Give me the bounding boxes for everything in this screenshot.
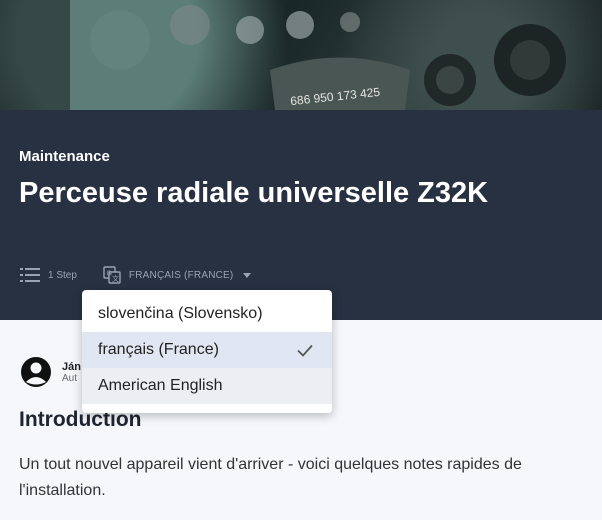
svg-text:文: 文 [112, 274, 119, 283]
author-block[interactable]: Ján Aut [20, 356, 81, 388]
language-option-label: slovenčina (Slovensko) [98, 305, 263, 322]
language-option-english[interactable]: American English [82, 368, 332, 404]
guide-page: 686 950 173 425 Maintenance Perceuse rad… [0, 0, 602, 520]
steps-count: 1 Step [48, 269, 77, 281]
language-selector-button[interactable]: G 文 Français (France) [103, 266, 252, 284]
user-avatar-icon [21, 357, 51, 387]
author-role: Aut [62, 372, 78, 384]
chevron-down-icon [243, 272, 252, 278]
machine-photo: 686 950 173 425 [0, 0, 566, 110]
language-option-slovak[interactable]: slovenčina (Slovensko) [82, 296, 332, 332]
language-dropdown-menu: slovenčina (Slovensko) français (France)… [82, 290, 332, 413]
language-option-label: American English [98, 377, 223, 394]
hero-image: 686 950 173 425 [0, 0, 602, 110]
checkmark-icon [297, 344, 313, 357]
guide-title: Perceuse radiale universelle Z32K [19, 177, 489, 209]
list-numbered-icon [20, 268, 40, 282]
author-name[interactable]: Ján [62, 361, 81, 373]
guide-category[interactable]: Maintenance [19, 148, 110, 165]
guide-meta: 1 Step G 文 Français (France) [20, 264, 252, 286]
current-language-label: Français (France) [128, 269, 234, 281]
author-text: Ján Aut [62, 361, 81, 384]
guide-header [0, 110, 602, 320]
language-option-french[interactable]: français (France) [82, 332, 332, 368]
language-option-label: français (France) [98, 341, 219, 358]
translate-icon: G 文 [103, 266, 121, 284]
intro-text: Un tout nouvel appareil vient d'arriver … [19, 456, 522, 499]
